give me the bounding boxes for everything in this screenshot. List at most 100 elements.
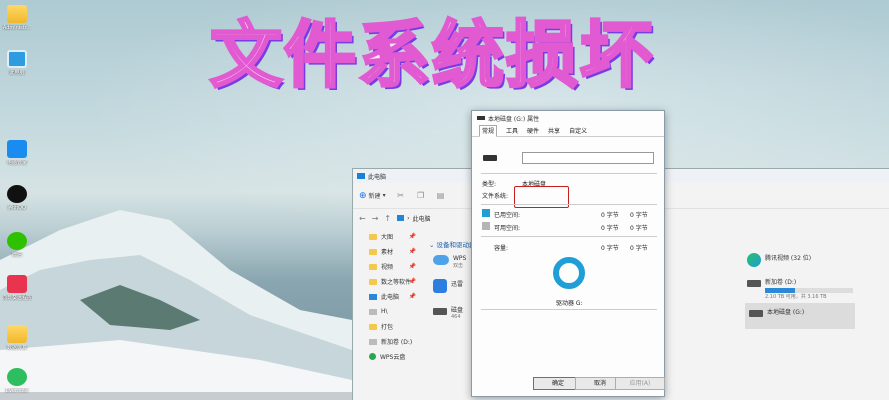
item-name: 新加卷 (D:): [765, 279, 797, 286]
used-space-label: 已用空间:: [494, 212, 521, 219]
drive-icon: [749, 310, 763, 317]
drive-icon: [477, 116, 485, 120]
item-local-disk[interactable]: 磁盘 464: [433, 305, 463, 320]
desktop-icon-label: 向日葵远程控制: [2, 295, 32, 301]
desktop-icon-data-recovery[interactable]: 数据恢复: [2, 325, 32, 351]
capacity-label: 容量:: [494, 245, 509, 252]
copy-icon[interactable]: ❐: [416, 191, 426, 201]
folder-icon: [369, 248, 377, 255]
desktop-icon-this-pc[interactable]: 此电脑: [2, 50, 32, 76]
qq-icon: [7, 185, 27, 203]
divider: [481, 173, 657, 174]
desktop-icon-wechat[interactable]: 微信: [2, 232, 32, 258]
desktop-icon-label: 数据恢复: [6, 345, 27, 351]
folder-icon: [369, 263, 377, 270]
drive-icon: [369, 338, 377, 345]
group-header-devices[interactable]: ⌄ 设备和驱动器: [429, 239, 476, 249]
paste-icon[interactable]: ▤: [436, 191, 446, 201]
forward-arrow-icon[interactable]: →: [372, 214, 379, 223]
group-header-label: 设备和驱动器: [436, 241, 476, 249]
desktop-icon-label: 腾讯QQ: [8, 205, 26, 211]
tab-tools[interactable]: 工具: [506, 126, 518, 136]
folder-icon: [369, 323, 377, 330]
navigation-pane: 大图 📌 素材 📌 视频 📌 数之等软件 📌 此电脑 📌 H\ 打包 新加卷 (D:) W…: [353, 229, 428, 400]
up-arrow-icon[interactable]: ↑: [384, 214, 391, 223]
nav-item-label: WPS云盘: [380, 354, 406, 361]
item-wps-cloud[interactable]: WPS 双击: [433, 255, 466, 269]
drive-icon: [483, 155, 497, 161]
pin-icon: 📌: [408, 278, 416, 285]
nav-item-label: 素材: [381, 249, 394, 256]
nav-item-pictures[interactable]: 大图 📌: [353, 229, 428, 244]
item-thunder[interactable]: 迅雷: [433, 279, 463, 293]
tab-hardware[interactable]: 硬件: [527, 126, 539, 136]
desktop-icon-sunlogin[interactable]: 向日葵远程控制: [2, 275, 32, 301]
cloud-icon: [433, 255, 449, 265]
capacity-value-bytes: 0 字节: [630, 245, 648, 252]
drive-icon: [747, 280, 761, 287]
item-subtext: 双击: [453, 263, 464, 269]
dialog-tabs: 常规 工具 硬件 共享 自定义: [472, 125, 664, 137]
used-space-value-bytes: 0 字节: [630, 212, 648, 219]
desktop-icon-label: 电脑管家: [6, 160, 27, 166]
apply-button[interactable]: 应用(A): [615, 377, 665, 390]
tab-general[interactable]: 常规: [479, 125, 498, 137]
item-name: WPS: [453, 255, 467, 262]
nav-item-h-drive[interactable]: H\: [353, 304, 428, 319]
sunlogin-icon: [7, 275, 27, 293]
type-label: 类型:: [482, 181, 497, 188]
divider: [481, 236, 657, 237]
nav-item-wps-cloud[interactable]: WPS云盘: [353, 349, 428, 364]
drive-properties-dialog: 本地磁盘 (G:) 属性 常规 工具 硬件 共享 自定义 类型: 本地磁盘 文件…: [471, 110, 665, 397]
desktop-icon-qq[interactable]: 腾讯QQ: [2, 185, 32, 211]
desktop-icon-pc-manager[interactable]: 电脑管家: [2, 140, 32, 166]
divider: [481, 204, 657, 205]
wechat-icon: [7, 232, 27, 250]
back-arrow-icon[interactable]: ←: [359, 214, 366, 223]
computer-icon: [357, 173, 365, 179]
app-icon: [7, 140, 27, 158]
item-d-drive[interactable]: 新加卷 (D:) 2.10 TB 可用，共 3.16 TB: [747, 277, 853, 300]
computer-icon: [397, 215, 405, 221]
dialog-titlebar[interactable]: 本地磁盘 (G:) 属性: [472, 111, 664, 125]
nav-item-videos[interactable]: 视频 📌: [353, 259, 428, 274]
desktop-icon-evernote[interactable]: Evernote: [2, 368, 32, 394]
desktop-bottom-edge: [0, 392, 352, 400]
breadcrumb[interactable]: › 此电脑: [397, 214, 431, 223]
disk-usage-ring: [553, 257, 585, 289]
breadcrumb-separator: ›: [407, 214, 410, 222]
nav-item-label: 视频: [381, 264, 394, 271]
volume-name-input[interactable]: [522, 152, 654, 164]
folder-icon: [7, 5, 27, 23]
evernote-icon: [7, 368, 27, 386]
item-tencent-video[interactable]: 腾讯视频 (32 位): [747, 253, 811, 267]
nav-item-this-pc[interactable]: 此电脑 📌: [353, 289, 428, 304]
divider: [481, 309, 657, 310]
pin-icon: 📌: [408, 263, 416, 270]
drive-icon: [433, 308, 447, 315]
capacity-value: 0 字节: [601, 245, 619, 252]
nav-item-label: 数之等软件: [381, 279, 412, 286]
tab-sharing[interactable]: 共享: [548, 126, 560, 136]
nav-item-software[interactable]: 数之等软件 📌: [353, 274, 428, 289]
nav-item-materials[interactable]: 素材 📌: [353, 244, 428, 259]
item-name: 磁盘: [451, 307, 464, 314]
nav-item-pack[interactable]: 打包: [353, 319, 428, 334]
new-button-label: 新建: [368, 193, 381, 200]
used-space-value: 0 字节: [601, 212, 619, 219]
pin-icon: 📌: [408, 293, 416, 300]
new-button[interactable]: ⊕ 新建 ▾: [359, 191, 386, 201]
desktop-icon-administrator[interactable]: Administr...: [2, 5, 32, 31]
folder-icon: [369, 278, 377, 285]
folder-icon: [7, 325, 27, 343]
nav-item-d-drive[interactable]: 新加卷 (D:): [353, 334, 428, 349]
chevron-down-icon: ⌄: [429, 241, 437, 249]
tab-customize[interactable]: 自定义: [569, 126, 587, 136]
nav-item-label: H\: [381, 308, 388, 315]
item-g-drive[interactable]: 本地磁盘 (G:): [745, 303, 855, 329]
item-name: 本地磁盘 (G:): [767, 309, 805, 316]
cut-icon[interactable]: ✂: [396, 191, 406, 201]
nav-item-label: 新加卷 (D:): [381, 339, 413, 346]
dialog-title: 本地磁盘 (G:) 属性: [488, 115, 540, 123]
plus-icon: ⊕: [359, 190, 367, 201]
